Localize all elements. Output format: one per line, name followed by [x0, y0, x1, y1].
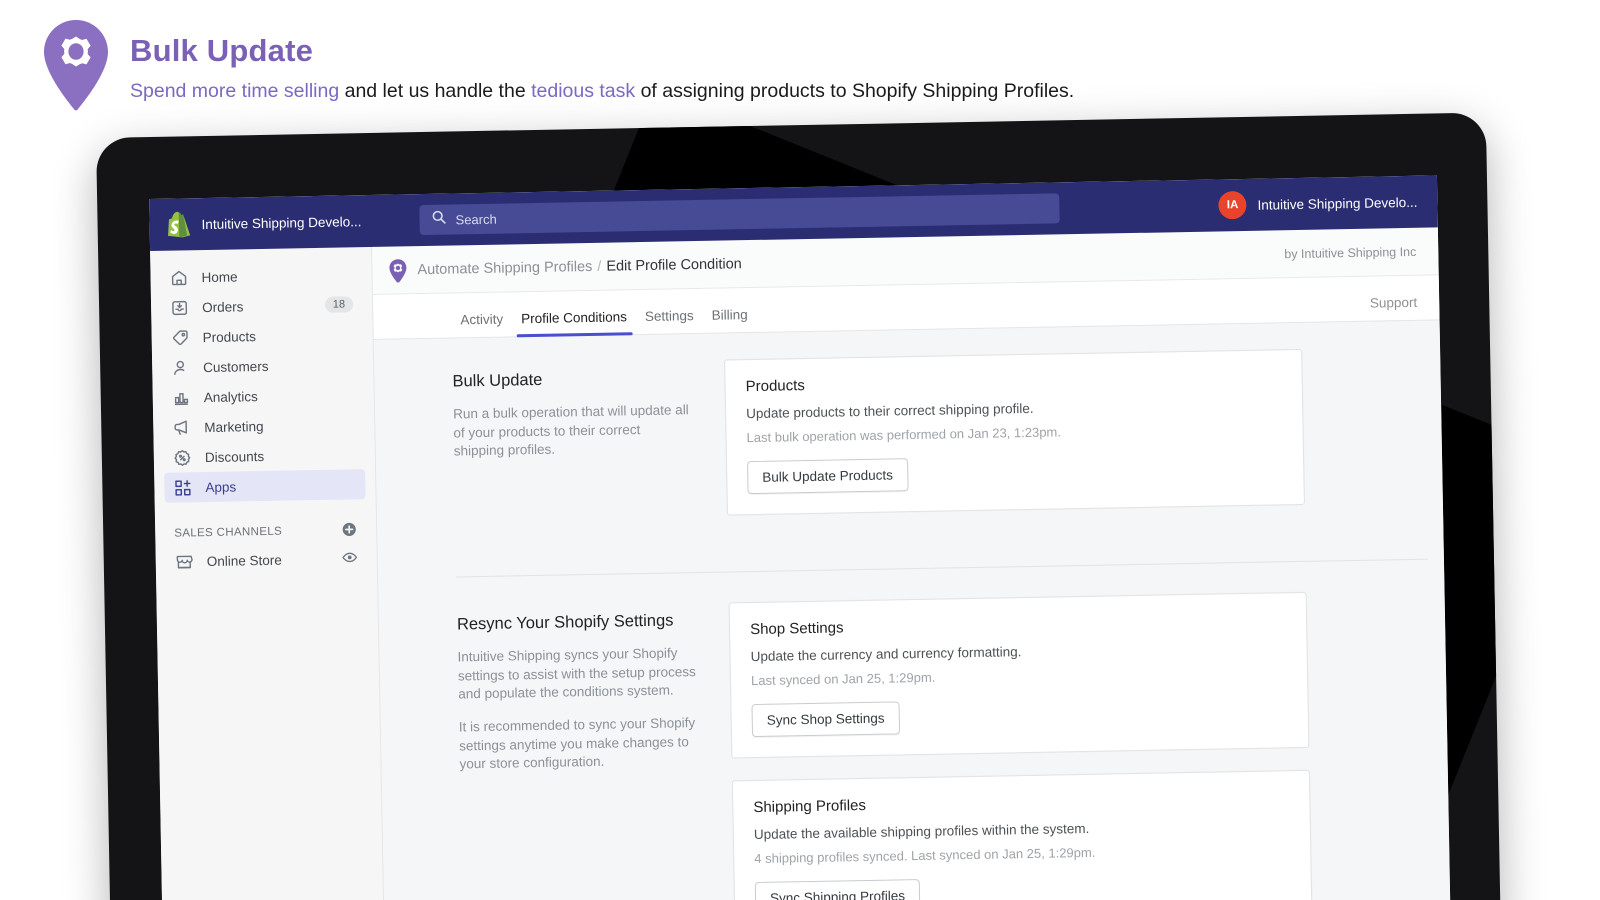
main-panel: Automate Shipping Profiles / Edit Profile …: [372, 227, 1451, 900]
section-resync-settings: Resync Your Shopify Settings Intuitive S…: [379, 589, 1451, 900]
card-description: Update products to their correct shippin…: [746, 396, 1282, 421]
app-byline: by Intuitive Shipping Inc: [1284, 244, 1416, 260]
top-bar-brand[interactable]: Intuitive Shipping Develo...: [149, 207, 419, 238]
analytics-bar-chart-icon: [172, 388, 191, 407]
support-link[interactable]: Support: [1370, 295, 1418, 321]
sidebar-section-label: SALES CHANNELS: [174, 525, 341, 540]
card-title: Products: [746, 368, 1282, 395]
sidebar-item-products[interactable]: Products: [161, 319, 363, 353]
sidebar-item-label: Marketing: [204, 417, 355, 435]
promo-mid: and let us handle the: [339, 80, 531, 102]
app-body: Home Orders 18: [150, 227, 1451, 900]
section-title: Resync Your Shopify Settings: [457, 611, 695, 634]
breadcrumb-separator: /: [597, 258, 601, 274]
sidebar-item-home[interactable]: Home: [160, 259, 362, 293]
user-menu[interactable]: IA Intuitive Shipping Develo...: [1218, 187, 1437, 219]
gear-pin-icon: [388, 258, 407, 282]
device-mockup: Intuitive Shipping Develo... Search IA I…: [96, 113, 1501, 900]
search-input[interactable]: Search: [419, 193, 1059, 235]
storefront-icon: [175, 552, 194, 571]
sidebar-item-label: Customers: [203, 357, 354, 375]
sidebar-item-online-store[interactable]: Online Store: [166, 543, 368, 577]
bulk-update-products-button[interactable]: Bulk Update Products: [747, 458, 908, 494]
tab-activity[interactable]: Activity: [451, 311, 512, 337]
tab-billing[interactable]: Billing: [703, 307, 757, 333]
sidebar-item-orders[interactable]: Orders 18: [161, 289, 363, 323]
sidebar: Home Orders 18: [150, 247, 385, 900]
tab-profile-conditions[interactable]: Profile Conditions: [512, 309, 636, 336]
gear-pin-icon: [40, 18, 112, 114]
card-shop-settings: Shop Settings Update the currency and cu…: [729, 592, 1310, 759]
sync-shop-settings-button[interactable]: Sync Shop Settings: [751, 701, 899, 737]
sidebar-item-marketing[interactable]: Marketing: [163, 409, 365, 443]
promo-subtitle: Spend more time selling and let us handl…: [130, 78, 1074, 104]
section-intro: Resync Your Shopify Settings Intuitive S…: [457, 603, 698, 788]
eye-icon[interactable]: [342, 549, 358, 568]
sidebar-item-discounts[interactable]: Discounts: [164, 439, 366, 473]
card-title: Shipping Profiles: [753, 789, 1289, 816]
card-title: Shop Settings: [750, 611, 1286, 638]
section-bulk-update: Bulk Update Run a bulk operation that wi…: [374, 346, 1443, 544]
promo-header: Bulk Update Spend more time selling and …: [40, 18, 1074, 114]
section-cards: Shop Settings Update the currency and cu…: [729, 592, 1313, 900]
sidebar-item-apps[interactable]: Apps: [164, 469, 366, 503]
section-title: Bulk Update: [452, 368, 690, 391]
section-cards: Products Update products to their correc…: [724, 349, 1305, 538]
sidebar-item-analytics[interactable]: Analytics: [162, 379, 364, 413]
promo-accent-1: Spend more time selling: [130, 80, 339, 102]
card-description: Update the available shipping profiles w…: [754, 817, 1290, 842]
sidebar-item-label: Discounts: [205, 447, 356, 465]
section-description-2: It is recommended to sync your Shopify s…: [459, 714, 698, 774]
apps-grid-plus-icon: [173, 478, 192, 497]
breadcrumb-parent[interactable]: Automate Shipping Profiles: [417, 258, 592, 277]
section-divider: [456, 559, 1428, 578]
promo-end: of assigning products to Shopify Shippin…: [635, 80, 1074, 102]
card-meta: Last bulk operation was performed on Jan…: [746, 420, 1282, 445]
sidebar-item-customers[interactable]: Customers: [162, 349, 364, 383]
page-root: Bulk Update Spend more time selling and …: [0, 0, 1600, 900]
orders-inbox-icon: [170, 298, 189, 317]
shopify-bag-icon: [167, 211, 190, 237]
sidebar-item-label: Home: [201, 267, 352, 285]
breadcrumb: Automate Shipping Profiles / Edit Profile …: [417, 256, 742, 278]
add-circle-icon[interactable]: [341, 521, 357, 540]
card-meta: 4 shipping profiles synced. Last synced …: [754, 841, 1290, 866]
tab-settings[interactable]: Settings: [636, 308, 703, 334]
sidebar-item-label: Analytics: [204, 387, 355, 405]
promo-title: Bulk Update: [130, 34, 1074, 68]
marketing-megaphone-icon: [172, 418, 191, 437]
discount-percent-icon: [173, 448, 192, 467]
card-meta: Last synced on Jan 25, 1:29pm.: [751, 663, 1287, 688]
promo-text: Bulk Update Spend more time selling and …: [130, 18, 1074, 104]
section-description: Intuitive Shipping syncs your Shopify se…: [457, 644, 696, 704]
sidebar-section-sales-channels: SALES CHANNELS: [174, 517, 357, 546]
product-tag-icon: [170, 328, 189, 347]
avatar: IA: [1218, 191, 1247, 220]
orders-badge: 18: [325, 296, 354, 313]
card-description: Update the currency and currency formatt…: [750, 639, 1286, 664]
content-area: Bulk Update Run a bulk operation that wi…: [374, 320, 1451, 900]
sidebar-item-label: Orders: [202, 298, 312, 315]
sync-shipping-profiles-button[interactable]: Sync Shipping Profiles: [755, 879, 921, 900]
section-description: Run a bulk operation that will update al…: [453, 401, 692, 461]
customer-person-icon: [171, 358, 190, 377]
search-icon: [431, 210, 446, 230]
user-name: Intuitive Shipping Develo...: [1257, 194, 1417, 212]
card-products: Products Update products to their correc…: [724, 349, 1305, 516]
device-screen: Intuitive Shipping Develo... Search IA I…: [149, 175, 1451, 900]
section-intro: Bulk Update Run a bulk operation that wi…: [452, 360, 692, 475]
store-name: Intuitive Shipping Develo...: [201, 214, 361, 232]
sidebar-item-label: Products: [203, 327, 354, 345]
search-placeholder: Search: [455, 211, 496, 227]
promo-accent-2: tedious task: [531, 80, 635, 102]
sidebar-item-label: Online Store: [207, 551, 329, 568]
sidebar-item-label: Apps: [205, 477, 356, 495]
home-icon: [169, 268, 188, 287]
card-shipping-profiles: Shipping Profiles Update the available s…: [732, 770, 1313, 900]
breadcrumb-current: Edit Profile Condition: [606, 256, 742, 274]
